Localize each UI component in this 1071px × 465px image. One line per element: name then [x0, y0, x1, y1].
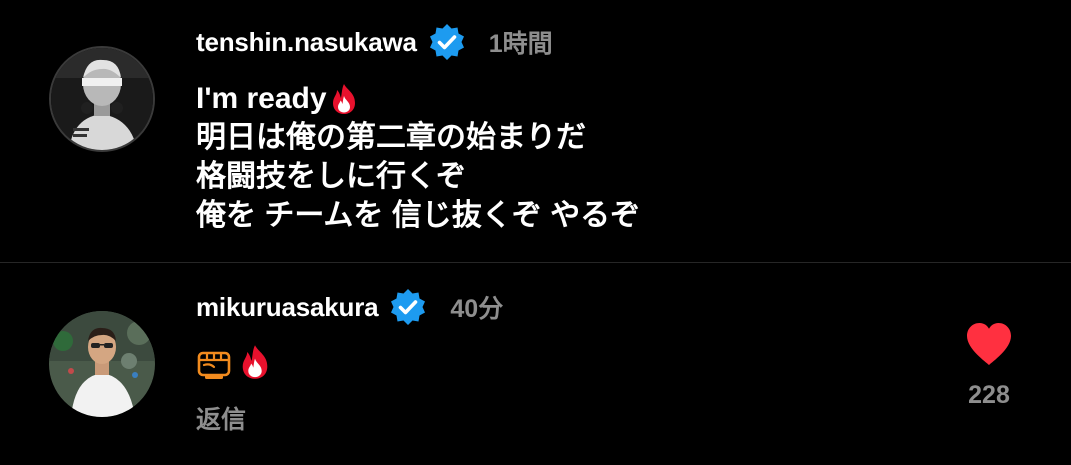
post-caption: tenshin.nasukawa 1時間 I'm ready 明日は俺の第二章の… — [0, 0, 1071, 262]
caption-text: I'm ready 明日は俺の第二章の始まりだ 格闘技をしに行くぞ 俺を チーム… — [196, 79, 640, 235]
comment-item: mikuruasakura 40分 返信 228 — [0, 263, 1071, 465]
caption-line: I'm ready — [196, 79, 640, 118]
avatar-image — [49, 311, 155, 417]
timestamp: 1時間 — [488, 30, 553, 58]
caption-line: 俺を チームを 信じ抜くぞ やるぞ — [196, 199, 641, 232]
heart-icon[interactable] — [964, 321, 1014, 367]
username[interactable]: mikuruasakura — [196, 292, 379, 323]
comment-text — [196, 343, 276, 381]
username[interactable]: tenshin.nasukawa — [196, 27, 417, 58]
verified-badge-icon — [429, 24, 464, 60]
comment-header: mikuruasakura 40分 — [196, 287, 503, 327]
timestamp: 40分 — [450, 295, 504, 323]
like-section: 228 — [956, 321, 1022, 410]
fist-emoji-icon — [197, 351, 231, 379]
fire-emoji-icon — [242, 345, 268, 379]
verified-badge-icon — [391, 289, 426, 325]
post-header: tenshin.nasukawa 1時間 — [196, 22, 553, 62]
caption-line: 明日は俺の第二章の始まりだ — [196, 121, 586, 154]
like-count: 228 — [968, 381, 1010, 409]
avatar[interactable] — [49, 46, 155, 152]
caption-line: 格闘技をしに行くぞ — [196, 160, 466, 193]
caption-line-text: I'm ready — [196, 82, 327, 115]
reply-button[interactable]: 返信 — [196, 400, 246, 436]
avatar[interactable] — [49, 311, 155, 417]
avatar-image — [51, 48, 153, 150]
fire-emoji-icon — [332, 83, 355, 114]
